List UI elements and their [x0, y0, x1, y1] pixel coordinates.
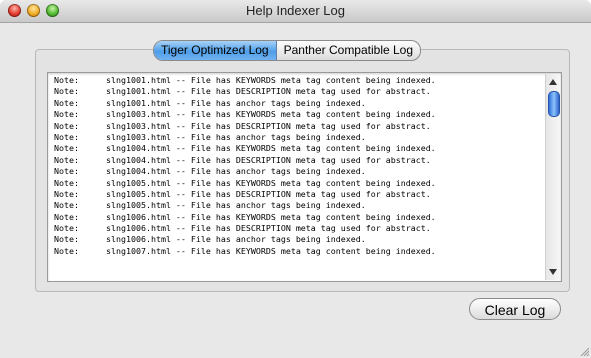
log-line-text: slng1005.html -- File has anchor tags be…	[106, 200, 366, 211]
help-indexer-log-window: Help Indexer Log Tiger Optimized Log Pan…	[0, 0, 591, 358]
log-line: Note: slng1007.html -- File has KEYWORDS …	[54, 246, 544, 257]
log-line-text: slng1004.html -- File has anchor tags be…	[106, 166, 366, 177]
log-line-text: slng1004.html -- File has KEYWORDS meta …	[106, 143, 436, 154]
log-line-level: Note:	[54, 223, 79, 234]
scroll-down-arrow-icon[interactable]	[549, 269, 557, 275]
log-line-level: Note:	[54, 86, 79, 97]
log-tabs: Tiger Optimized Log Panther Compatible L…	[153, 40, 422, 61]
log-line-text: slng1001.html -- File has DESCRIPTION me…	[106, 86, 431, 97]
log-line-level: Note:	[54, 177, 79, 188]
scroll-up-arrow-icon[interactable]	[549, 79, 557, 85]
tab-panther-compatible-log[interactable]: Panther Compatible Log	[277, 41, 420, 60]
log-line-level: Note:	[54, 131, 79, 142]
log-line: Note: slng1006.html -- File has DESCRIPTI…	[54, 223, 544, 234]
log-line-text: slng1003.html -- File has DESCRIPTION me…	[106, 120, 431, 131]
log-text-view[interactable]: Note: slng1001.html -- File has KEYWORDS …	[47, 72, 562, 282]
log-line-text: slng1001.html -- File has KEYWORDS meta …	[106, 75, 436, 85]
title-bar[interactable]: Help Indexer Log	[0, 0, 591, 23]
log-line: Note: slng1004.html -- File has DESCRIPTI…	[54, 155, 544, 166]
log-line-level: Note:	[54, 109, 79, 120]
log-line: Note: slng1003.html -- File has anchor ta…	[54, 132, 544, 143]
log-line: Note: slng1006.html -- File has KEYWORDS …	[54, 212, 544, 223]
log-line-level: Note:	[54, 211, 79, 222]
log-line: Note: slng1001.html -- File has KEYWORDS …	[54, 75, 544, 86]
log-line-level: Note:	[54, 200, 79, 211]
log-line: Note: slng1005.html -- File has KEYWORDS …	[54, 178, 544, 189]
log-line-level: Note:	[54, 166, 79, 177]
resize-grip-icon[interactable]	[579, 346, 589, 356]
log-line: Note: slng1004.html -- File has anchor ta…	[54, 166, 544, 177]
clear-log-button[interactable]: Clear Log	[469, 298, 561, 320]
log-line-level: Note:	[54, 97, 79, 108]
log-line-text: slng1007.html -- File has KEYWORDS meta …	[106, 245, 436, 256]
tab-tiger-optimized-log[interactable]: Tiger Optimized Log	[154, 41, 277, 60]
log-line-level: Note:	[54, 245, 79, 256]
log-line-text: slng1005.html -- File has DESCRIPTION me…	[106, 188, 431, 199]
log-line: Note: slng1003.html -- File has DESCRIPTI…	[54, 121, 544, 132]
scroll-thumb[interactable]	[548, 91, 560, 117]
log-line-text: slng1004.html -- File has DESCRIPTION me…	[106, 154, 431, 165]
log-line: Note: slng1005.html -- File has DESCRIPTI…	[54, 189, 544, 200]
log-line-level: Note:	[54, 75, 79, 85]
log-line-text: slng1005.html -- File has KEYWORDS meta …	[106, 177, 436, 188]
log-line-text: slng1006.html -- File has anchor tags be…	[106, 234, 366, 245]
log-line: Note: slng1003.html -- File has KEYWORDS …	[54, 109, 544, 120]
log-line-text: slng1001.html -- File has anchor tags be…	[106, 97, 366, 108]
log-line-level: Note:	[54, 143, 79, 154]
log-line-level: Note:	[54, 188, 79, 199]
log-line: Note: slng1001.html -- File has anchor ta…	[54, 98, 544, 109]
log-line-level: Note:	[54, 120, 79, 131]
log-line-text: slng1006.html -- File has DESCRIPTION me…	[106, 223, 431, 234]
log-line: Note: slng1006.html -- File has anchor ta…	[54, 234, 544, 245]
log-line-text: slng1006.html -- File has KEYWORDS meta …	[106, 211, 436, 222]
log-line-level: Note:	[54, 234, 79, 245]
vertical-scrollbar[interactable]	[545, 74, 560, 280]
window-title: Help Indexer Log	[245, 3, 345, 18]
log-line: Note: slng1001.html -- File has DESCRIPTI…	[54, 86, 544, 97]
log-line: Note: slng1004.html -- File has KEYWORDS …	[54, 143, 544, 154]
log-line: Note: slng1005.html -- File has anchor ta…	[54, 200, 544, 211]
log-line-level: Note:	[54, 154, 79, 165]
log-line-text: slng1003.html -- File has anchor tags be…	[106, 131, 366, 142]
log-lines: Note: slng1001.html -- File has KEYWORDS …	[54, 75, 544, 257]
log-line-text: slng1003.html -- File has KEYWORDS meta …	[106, 109, 436, 120]
